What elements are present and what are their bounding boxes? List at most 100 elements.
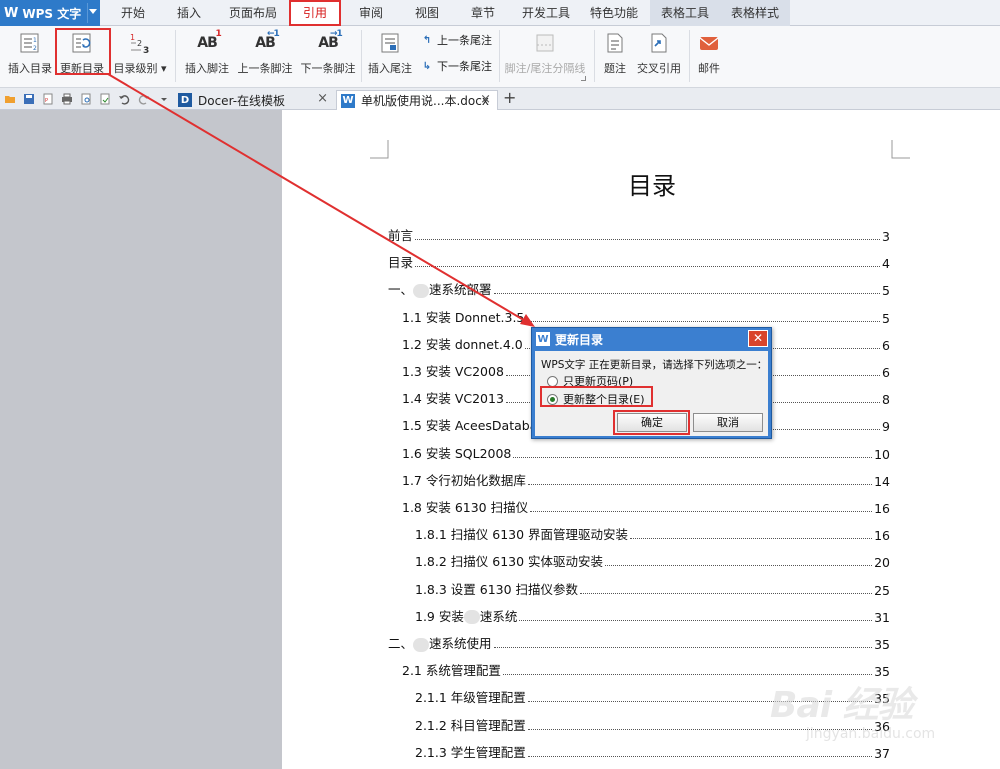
tab-document[interactable]: W 单机版使用说...本.docx × xyxy=(336,90,498,110)
note-separator-button[interactable]: 脚注/尾注分隔线 xyxy=(503,26,587,76)
insert-endnote-button[interactable]: 插入尾注 xyxy=(365,26,415,76)
new-tab-button[interactable]: + xyxy=(503,88,516,107)
mail-button[interactable]: 邮件 xyxy=(693,26,725,76)
tab-chapter[interactable]: 章节 xyxy=(458,0,508,26)
toc-entry[interactable]: 1.8.3 设置 6130 扫描仪参数 25 xyxy=(415,580,890,598)
tab-table-tools[interactable]: 表格工具 xyxy=(650,0,720,26)
toc-entry[interactable]: 二、 速系统使用 35 xyxy=(388,634,890,652)
cross-reference-button[interactable]: 交叉引用 xyxy=(634,26,684,76)
tab-page-layout[interactable]: 页面布局 xyxy=(222,0,284,26)
toc-page-number: 25 xyxy=(874,582,890,598)
next-endnote-button[interactable]: ↳ 下一条尾注 xyxy=(420,56,492,76)
wps-logo-icon: W xyxy=(536,332,550,346)
prev-footnote-button[interactable]: AB ←1 上一条脚注 xyxy=(236,26,294,76)
print-icon[interactable] xyxy=(61,93,73,105)
insert-footnote-button[interactable]: AB 1 插入脚注 xyxy=(182,26,232,76)
redo-icon[interactable] xyxy=(138,93,150,105)
toc-entry-label: 二、 xyxy=(388,636,414,651)
toc-level-button[interactable]: 123 目录级别 ▾ xyxy=(112,26,168,76)
print-preview-icon[interactable] xyxy=(80,93,92,105)
tab-home[interactable]: 开始 xyxy=(108,0,158,26)
close-icon[interactable]: × xyxy=(317,91,328,106)
close-icon[interactable]: × xyxy=(480,92,491,107)
tab-features[interactable]: 特色功能 xyxy=(584,0,644,26)
crop-mark xyxy=(891,140,910,159)
toc-entry[interactable]: 1.8.2 扫描仪 6130 实体驱动安装 20 xyxy=(415,552,890,570)
svg-text:2: 2 xyxy=(137,39,142,48)
toc-entry-text: 1.4 安装 VC2013 xyxy=(402,388,504,407)
toc-entry-text: 1.6 安装 SQL2008 xyxy=(402,443,511,462)
spell-check-icon[interactable] xyxy=(99,93,111,105)
tab-developer[interactable]: 开发工具 xyxy=(516,0,576,26)
toc-entry[interactable]: 1.7 令行初始化数据库 14 xyxy=(402,471,890,489)
toc-leader-dots xyxy=(493,293,881,295)
update-toc-highlight xyxy=(55,28,111,75)
tab-view[interactable]: 视图 xyxy=(402,0,452,26)
toc-entry-label-suffix: 速系统部署 xyxy=(429,282,492,298)
prev-endnote-button[interactable]: ↰ 上一条尾注 xyxy=(420,30,492,50)
toc-leader-dots xyxy=(526,320,881,322)
insert-endnote-icon xyxy=(377,30,403,56)
toc-entry[interactable]: 1.1 安装 Donnet.3.5 5 xyxy=(402,308,890,326)
document-icon: W xyxy=(341,93,355,108)
dialog-close-button[interactable]: ✕ xyxy=(748,330,768,347)
prev-footnote-label: 上一条脚注 xyxy=(237,62,293,75)
dialog-message: WPS文字 正在更新目录，请选择下列选项之一： xyxy=(541,359,768,371)
undo-icon[interactable] xyxy=(118,93,130,105)
save-icon[interactable] xyxy=(23,93,35,105)
baidu-watermark: Bai 经验 jingyan.baidu.com xyxy=(770,676,990,756)
document-workspace[interactable]: 目录 前言 3 目录 4 一、 速系统部署 5 1.1 安装 Donnet.3.5 5 1.2 安… xyxy=(0,110,1000,769)
next-footnote-label: 下一条脚注 xyxy=(300,62,356,75)
tab-document-label: 单机版使用说...本.docx xyxy=(361,94,489,108)
tab-references[interactable]: 引用 xyxy=(289,0,341,26)
tab-docer[interactable]: D Docer-在线模板 × xyxy=(174,90,334,110)
toc-leader-dots xyxy=(519,619,873,621)
toc-entry[interactable]: 1.8.1 扫描仪 6130 界面管理驱动安装 16 xyxy=(415,525,890,543)
insert-footnote-icon: AB 1 xyxy=(197,29,222,51)
toc-page-number: 16 xyxy=(874,528,890,544)
toc-entry[interactable]: 1.9 安装 速系统 31 xyxy=(415,607,890,625)
toc-entry[interactable]: 1.8 安装 6130 扫描仪 16 xyxy=(402,498,890,516)
toc-entry-text: 1.8.1 扫描仪 6130 界面管理驱动安装 xyxy=(415,524,628,543)
toc-leader-dots xyxy=(415,266,881,268)
next-footnote-button[interactable]: AB →1 下一条脚注 xyxy=(299,26,357,76)
insert-toc-label: 插入目录 xyxy=(8,62,52,75)
radio-icon[interactable] xyxy=(547,375,558,387)
open-folder-icon[interactable] xyxy=(4,93,16,105)
toc-page-number: 5 xyxy=(882,310,890,326)
toc-entry[interactable]: 目录 4 xyxy=(388,253,890,271)
toc-entry[interactable]: 一、 速系统部署 5 xyxy=(388,280,890,298)
toc-entry-label: 1.7 令行初始化数据库 xyxy=(402,472,526,488)
next-endnote-label: 下一条尾注 xyxy=(437,60,492,73)
ribbon-divider xyxy=(361,30,362,82)
toc-entry[interactable]: 1.6 安装 SQL2008 10 xyxy=(402,444,890,462)
toc-level-label: 目录级别 ▾ xyxy=(113,62,167,75)
cancel-button[interactable]: 取消 xyxy=(693,413,763,432)
tab-review[interactable]: 审阅 xyxy=(346,0,396,26)
watermark-logo: Bai 经验 xyxy=(770,685,914,726)
toc-entry-label: 2.1.3 学生管理配置 xyxy=(415,744,526,760)
insert-toc-button[interactable]: 12 插入目录 xyxy=(6,26,54,76)
toc-entry-text: 1.8.3 设置 6130 扫描仪参数 xyxy=(415,579,578,598)
document-page[interactable]: 目录 前言 3 目录 4 一、 速系统部署 5 1.1 安装 Donnet.3.5 5 1.2 安… xyxy=(282,110,1000,769)
tab-insert[interactable]: 插入 xyxy=(164,0,214,26)
redacted-blur xyxy=(413,283,430,298)
toc-entry-label: 前言 xyxy=(388,228,414,243)
toc-entry[interactable]: 前言 3 xyxy=(388,226,890,244)
caption-button[interactable]: 题注 xyxy=(598,26,632,76)
quick-access-dropdown-icon[interactable] xyxy=(158,93,170,105)
app-menu-button[interactable]: W WPS 文字 xyxy=(0,0,100,26)
toc-entry-label: 1.3 安装 VC2008 xyxy=(402,364,504,379)
toc-entry-label: 1.8.3 设置 6130 扫描仪参数 xyxy=(415,581,579,597)
export-pdf-icon[interactable]: P xyxy=(42,93,54,105)
tab-table-styles[interactable]: 表格样式 xyxy=(720,0,790,26)
cross-reference-icon xyxy=(646,30,672,56)
dialog-launcher-icon[interactable] xyxy=(581,76,586,81)
toc-entry-text: 1.9 安装 速系统 xyxy=(415,606,517,625)
mail-icon xyxy=(696,30,722,56)
toc-entry-text: 前言 xyxy=(388,225,413,244)
toc-entry-text: 1.3 安装 VC2008 xyxy=(402,361,504,380)
dialog-titlebar[interactable]: W 更新目录 xyxy=(532,328,771,350)
toc-level-icon: 123 xyxy=(127,30,153,56)
toc-entry-label-suffix: 速系统使用 xyxy=(429,636,492,651)
